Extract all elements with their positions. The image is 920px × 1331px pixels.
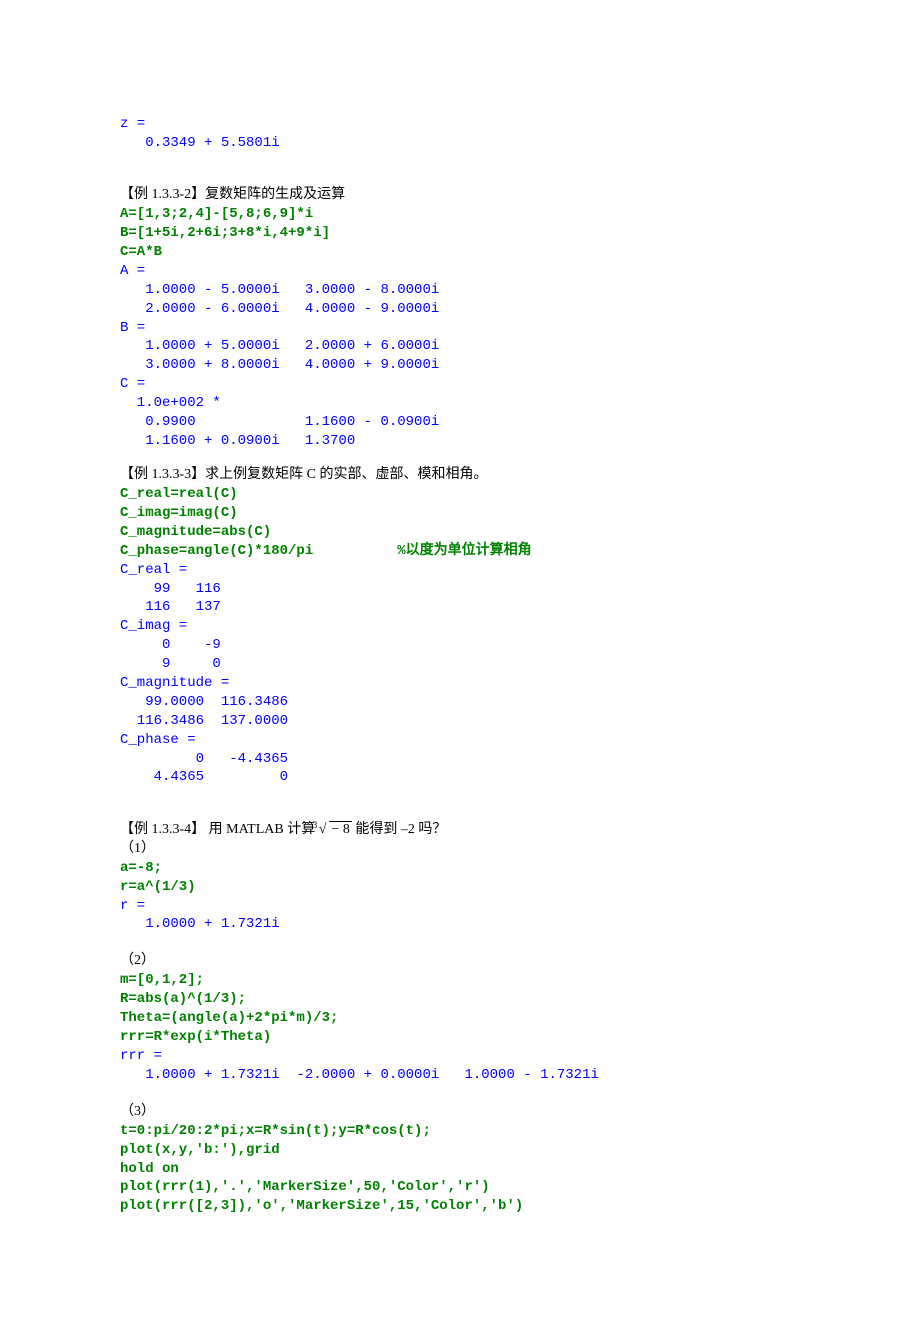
- example-heading: 【例 1.3.3-3】求上例复数矩阵 C 的实部、虚部、模和相角。: [120, 466, 800, 485]
- output-line: B =: [120, 319, 800, 338]
- code-line: a=-8;: [120, 859, 800, 878]
- output-line: 0 -9: [120, 636, 800, 655]
- output-line: 1.0000 + 5.0000i 2.0000 + 6.0000i: [120, 337, 800, 356]
- code-line: A=[1,3;2,4]-[5,8;6,9]*i: [120, 205, 800, 224]
- code-line: hold on: [120, 1160, 800, 1179]
- example-number: 【例 1.3.3-4】: [120, 822, 205, 837]
- code-line: C_magnitude=abs(C): [120, 523, 800, 542]
- step-label: （1）: [120, 840, 800, 859]
- example-title: 求上例复数矩阵 C 的实部、虚部、模和相角。: [205, 467, 487, 482]
- output-line: 116 137: [120, 598, 800, 617]
- document-content: z = 0.3349 + 5.5801i 【例 1.3.3-2】复数矩阵的生成及…: [120, 115, 800, 1216]
- step-label: （2）: [120, 952, 800, 971]
- output-line: 3.0000 + 8.0000i 4.0000 + 9.0000i: [120, 356, 800, 375]
- code-line: plot(rrr(1),'.','MarkerSize',50,'Color',…: [120, 1178, 800, 1197]
- code-line: C_real=real(C): [120, 485, 800, 504]
- cube-root-expression: 3√− 8: [319, 821, 352, 840]
- output-line: 1.1600 + 0.0900i 1.3700: [120, 432, 800, 451]
- root-index: 3: [313, 819, 318, 831]
- code-line: R=abs(a)^(1/3);: [120, 990, 800, 1009]
- output-line: 1.0000 + 1.7321i -2.0000 + 0.0000i 1.000…: [120, 1066, 800, 1085]
- code-line: m=[0,1,2];: [120, 971, 800, 990]
- code-comment: %以度为单位计算相角: [313, 543, 531, 559]
- example-text: 用 MATLAB 计算: [205, 822, 319, 837]
- output-line: A =: [120, 262, 800, 281]
- output-line: 9 0: [120, 655, 800, 674]
- output-line: C =: [120, 375, 800, 394]
- output-line: C_magnitude =: [120, 674, 800, 693]
- example-heading: 【例 1.3.3-4】 用 MATLAB 计算 3√− 8 能得到 –2 吗？: [120, 821, 800, 840]
- code-line: B=[1+5i,2+6i;3+8*i,4+9*i]: [120, 224, 800, 243]
- output-line: 0 -4.4365: [120, 750, 800, 769]
- code-line: rrr=R*exp(i*Theta): [120, 1028, 800, 1047]
- output-line: C_real =: [120, 561, 800, 580]
- output-line: 116.3486 137.0000: [120, 712, 800, 731]
- output-line: 99.0000 116.3486: [120, 693, 800, 712]
- output-line: 1.0e+002 *: [120, 394, 800, 413]
- output-line: rrr =: [120, 1047, 800, 1066]
- output-line: 0.3349 + 5.5801i: [120, 134, 800, 153]
- output-line: 99 116: [120, 580, 800, 599]
- step-label: （3）: [120, 1103, 800, 1122]
- output-line: C_imag =: [120, 617, 800, 636]
- output-line: 1.0000 + 1.7321i: [120, 915, 800, 934]
- radical-sign: √: [319, 822, 327, 837]
- code-line: plot(x,y,'b:'),grid: [120, 1141, 800, 1160]
- example-number: 【例 1.3.3-2】: [120, 187, 205, 202]
- radicand: − 8: [329, 821, 351, 837]
- example-number: 【例 1.3.3-3】: [120, 467, 205, 482]
- output-line: C_phase =: [120, 731, 800, 750]
- example-text: 能得到 –2 吗？: [352, 822, 447, 837]
- output-line: 4.4365 0: [120, 768, 800, 787]
- code-line: C_imag=imag(C): [120, 504, 800, 523]
- code-text: C_phase=angle(C)*180/pi: [120, 543, 313, 559]
- code-line: Theta=(angle(a)+2*pi*m)/3;: [120, 1009, 800, 1028]
- output-line: z =: [120, 115, 800, 134]
- output-line: 0.9900 1.1600 - 0.0900i: [120, 413, 800, 432]
- code-line: plot(rrr([2,3]),'o','MarkerSize',15,'Col…: [120, 1197, 800, 1216]
- output-line: 1.0000 - 5.0000i 3.0000 - 8.0000i: [120, 281, 800, 300]
- example-title: 复数矩阵的生成及运算: [205, 187, 345, 202]
- code-line: t=0:pi/20:2*pi;x=R*sin(t);y=R*cos(t);: [120, 1122, 800, 1141]
- example-heading: 【例 1.3.3-2】复数矩阵的生成及运算: [120, 186, 800, 205]
- output-line: r =: [120, 897, 800, 916]
- code-line: C_phase=angle(C)*180/pi %以度为单位计算相角: [120, 542, 800, 561]
- code-line: r=a^(1/3): [120, 878, 800, 897]
- code-line: C=A*B: [120, 243, 800, 262]
- output-line: 2.0000 - 6.0000i 4.0000 - 9.0000i: [120, 300, 800, 319]
